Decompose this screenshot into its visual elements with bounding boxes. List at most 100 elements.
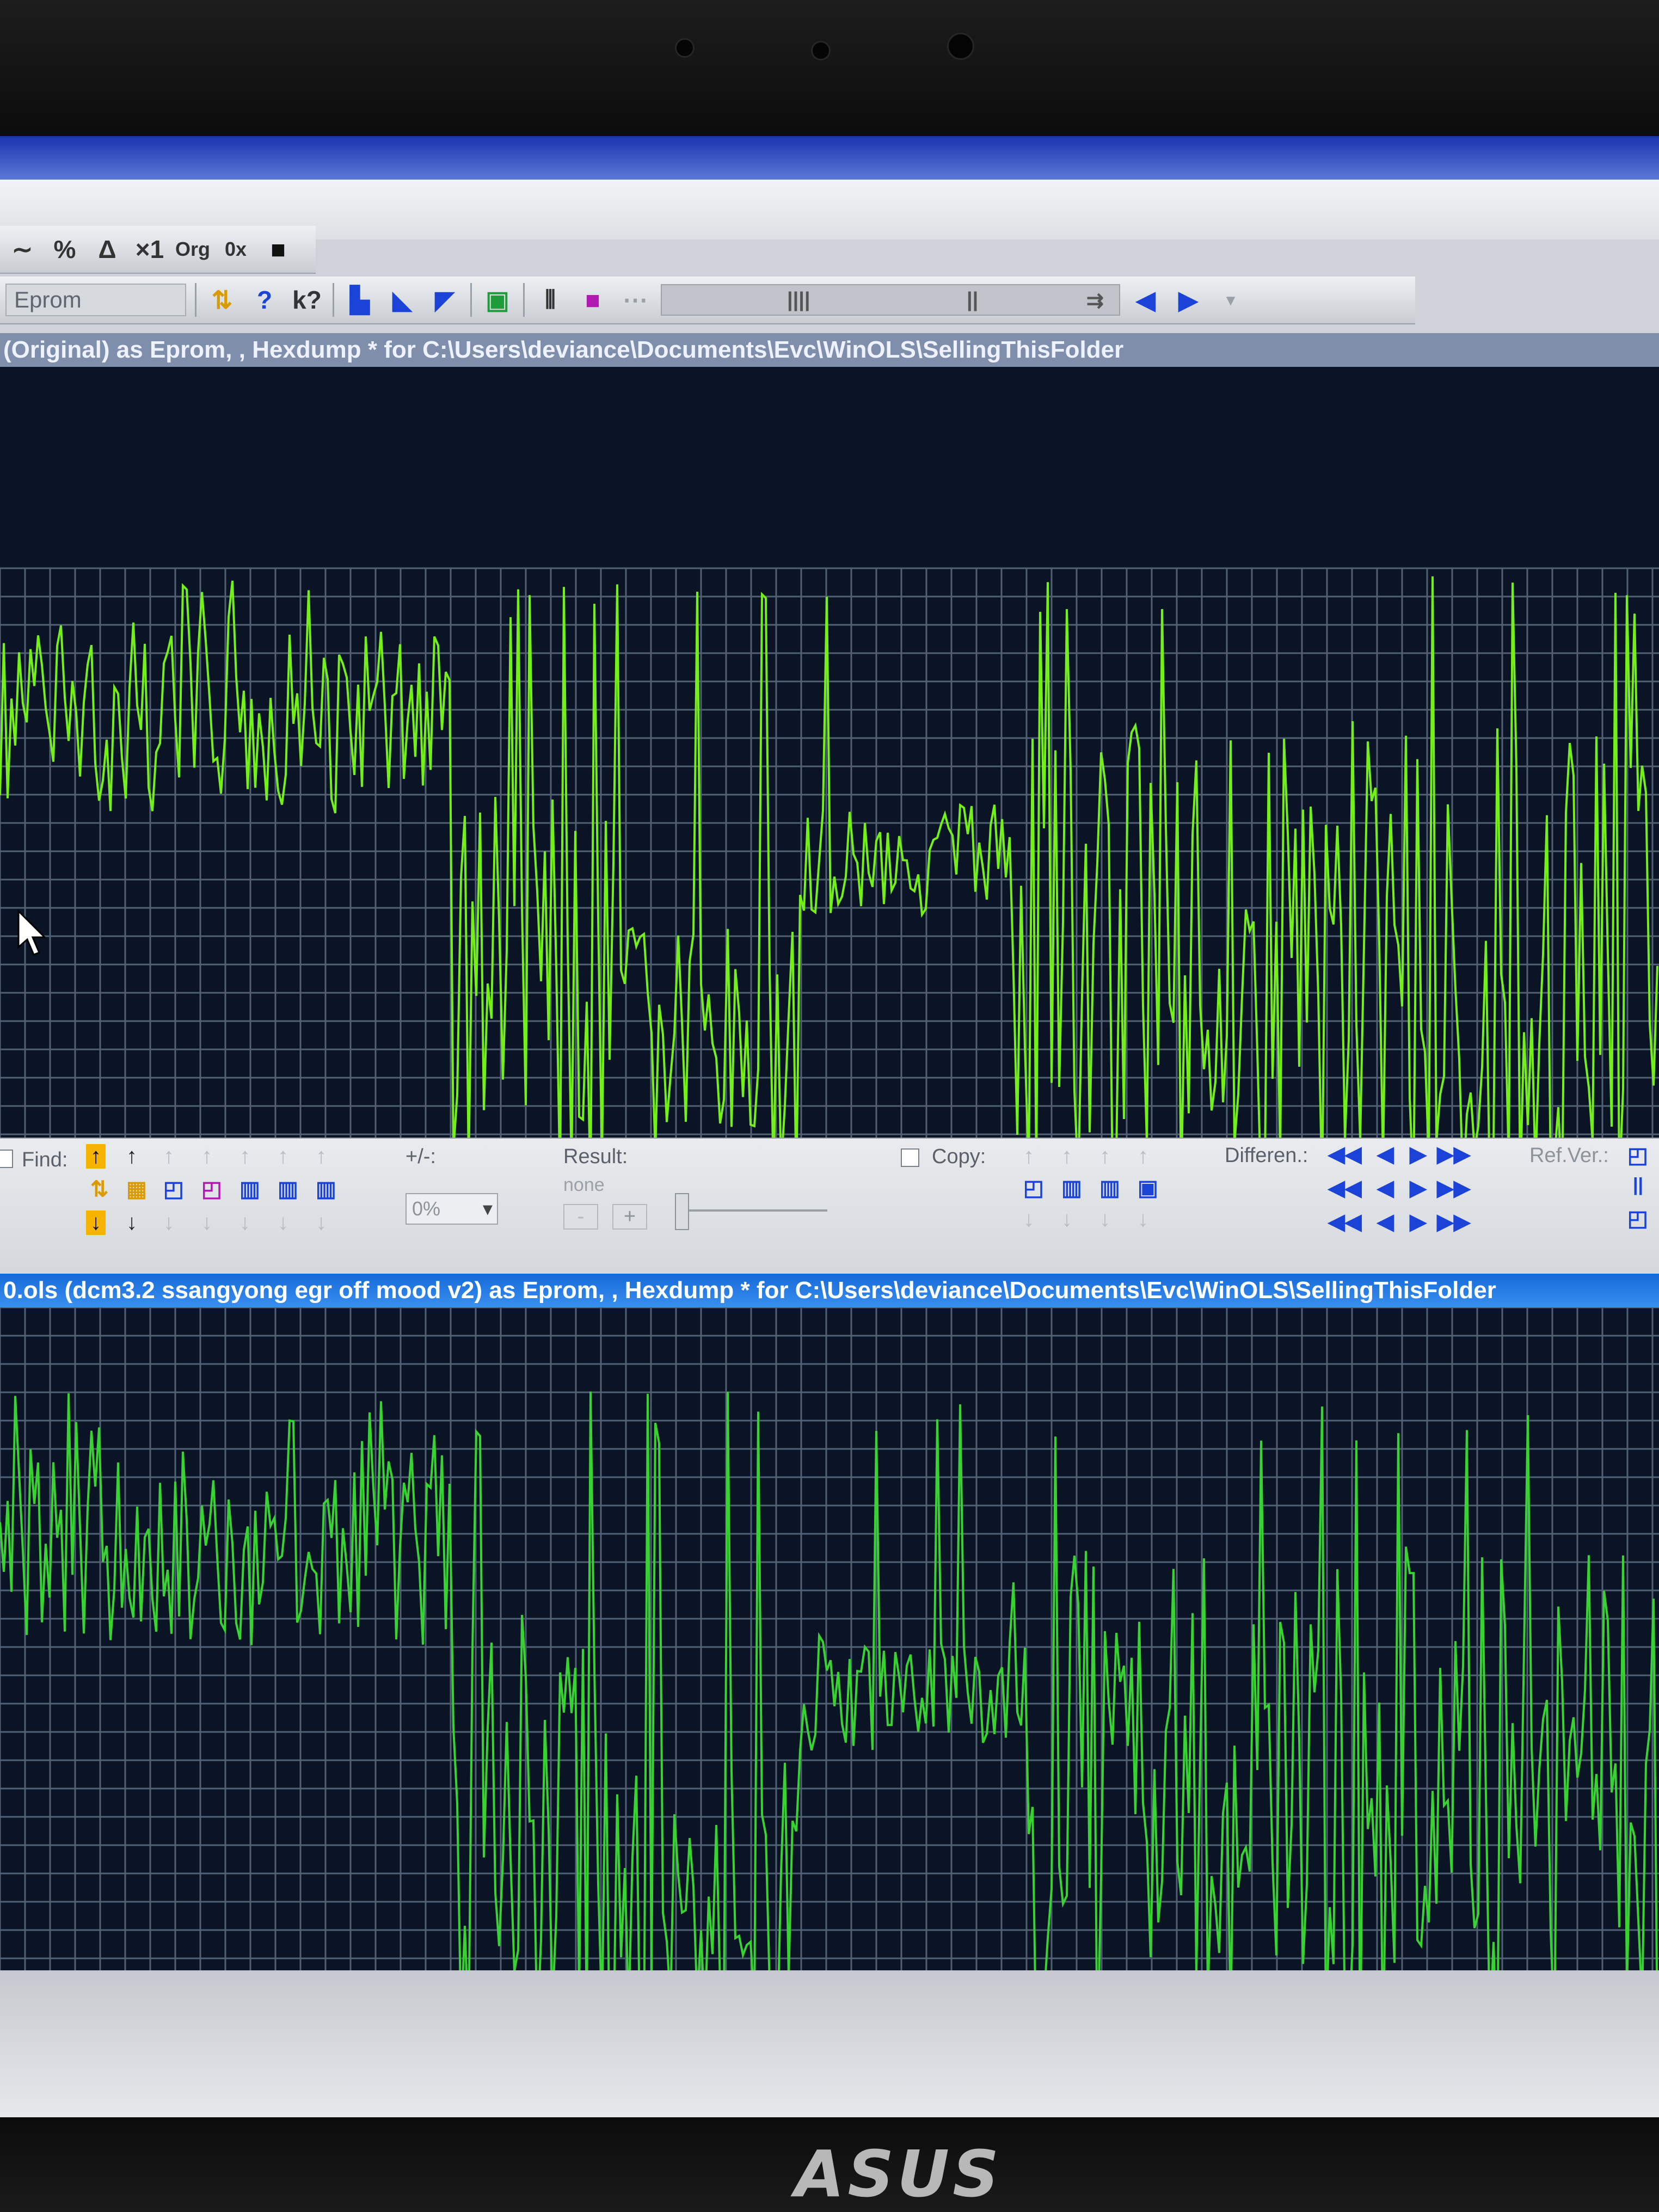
find-label: Find: — [22, 1148, 68, 1171]
window-caption-modified[interactable]: 0.ols (dcm3.2 ssangyong egr off mood v2)… — [0, 1274, 1659, 1307]
find-next-icon[interactable]: ↓ — [163, 1211, 174, 1235]
find-next-icon[interactable]: ↓ — [278, 1211, 288, 1235]
find-prev-icon[interactable]: ↑ — [163, 1144, 174, 1169]
copy-window-icon[interactable]: ◰ — [1023, 1176, 1044, 1201]
view-options-icon[interactable]: ⋯ — [618, 282, 652, 317]
find-window-icon[interactable]: ◰ — [163, 1177, 184, 1202]
result-minus-button[interactable]: - — [563, 1204, 598, 1230]
column-width-icon[interactable]: ⫴ — [533, 282, 567, 317]
copy-up-icon[interactable]: ↑ — [1023, 1144, 1034, 1169]
diff-prev-icon[interactable]: ◀ — [1377, 1209, 1394, 1234]
find-prev-icon[interactable]: ↑ — [239, 1144, 250, 1169]
copy-label: Copy: — [932, 1145, 986, 1168]
sort-icon[interactable]: ⇅ — [205, 282, 239, 317]
copy-checkbox[interactable] — [901, 1148, 919, 1167]
diff-prev-icon[interactable]: ◀ — [1377, 1142, 1394, 1167]
percent-icon[interactable]: % — [48, 232, 82, 267]
find-down-icon[interactable]: ↓ — [86, 1211, 106, 1235]
percent-value: 0% — [412, 1197, 441, 1220]
copy-grid-icon[interactable]: ▥ — [1099, 1176, 1120, 1201]
context-help-icon[interactable]: k? — [290, 282, 324, 317]
diff-last-icon[interactable]: ▶▶ — [1437, 1142, 1471, 1167]
percent-combo[interactable]: 0% ▾ — [405, 1193, 498, 1225]
result-plus-button[interactable]: + — [612, 1204, 647, 1230]
copy-down-icon[interactable]: ↓ — [1023, 1207, 1034, 1232]
find-checkbox[interactable] — [0, 1150, 13, 1168]
find-table-icon[interactable]: ▦ — [126, 1177, 147, 1202]
zoom-slider[interactable]: |||| || ⇉ — [661, 284, 1120, 316]
chevron-down-icon[interactable]: ▾ — [483, 1197, 493, 1220]
mode-select[interactable]: Eprom — [5, 284, 186, 316]
copy-frame-icon[interactable]: ▣ — [1138, 1176, 1158, 1201]
slider-thumb-icon[interactable]: || — [967, 288, 978, 311]
chart-edit-icon[interactable]: ◣ — [385, 282, 419, 317]
find-mode-icon[interactable]: ⇅ — [90, 1177, 109, 1202]
find-prev-icon[interactable]: ↑ — [278, 1144, 288, 1169]
result-slider[interactable] — [675, 1209, 827, 1212]
refver-pause-icon[interactable]: || — [1633, 1175, 1643, 1196]
refver-window-icon[interactable]: ◰ — [1627, 1206, 1648, 1231]
find-grid-icon[interactable]: ▥ — [239, 1177, 260, 1202]
find-next-icon[interactable]: ↓ — [316, 1211, 327, 1235]
find-up-icon[interactable]: ↑ — [86, 1144, 106, 1169]
times-one-icon[interactable]: ×1 — [133, 232, 167, 267]
copy-down-icon[interactable]: ↓ — [1061, 1207, 1072, 1232]
copy-up-icon[interactable]: ↑ — [1099, 1144, 1110, 1169]
result-value: none — [563, 1175, 605, 1195]
diff-first-icon[interactable]: ◀◀ — [1328, 1209, 1362, 1234]
toolbar-display: ∼ % Δ ×1 Org 0x ■ — [0, 226, 316, 274]
refver-label: Ref.Ver.: — [1529, 1144, 1609, 1167]
toolbar-separator — [333, 283, 334, 317]
help-icon[interactable]: ? — [248, 282, 281, 317]
dropdown-arrow-icon[interactable]: ▾ — [1214, 282, 1248, 317]
copy-up-icon[interactable]: ↑ — [1061, 1144, 1072, 1169]
copy-up-icon[interactable]: ↑ — [1138, 1144, 1148, 1169]
graph-original[interactable]: 0000AA0000E200011A00015200018A0001C20001… — [0, 367, 1659, 1259]
copy-down-icon[interactable]: ↓ — [1099, 1207, 1110, 1232]
diff-first-icon[interactable]: ◀◀ — [1328, 1176, 1362, 1201]
compare-panel: Find: ↑ ↑ ↑ ↑ ↑ ↑ ↑ ⇅ ▦ ◰ ◰ ▥ ▥ ▥ ↓ ↓ ↓ … — [0, 1138, 1659, 1276]
differences-label: Differen.: — [1225, 1144, 1308, 1167]
diff-next-icon[interactable]: ▶ — [1410, 1142, 1427, 1167]
find-next-icon[interactable]: ↓ — [239, 1211, 250, 1235]
chart-bars-icon[interactable]: ▙ — [343, 282, 377, 317]
find-next-up-icon[interactable]: ↑ — [126, 1144, 137, 1169]
find-grid-icon[interactable]: ▥ — [316, 1177, 336, 1202]
find-grid-icon[interactable]: ▥ — [278, 1177, 298, 1202]
find-prev-icon[interactable]: ↑ — [316, 1144, 327, 1169]
hex-mode-icon[interactable]: 0x — [219, 232, 253, 267]
webcam-lens-icon — [947, 33, 974, 60]
diff-prev-icon[interactable]: ◀ — [1377, 1176, 1394, 1201]
result-slider-thumb[interactable] — [675, 1193, 689, 1230]
tilde-icon[interactable]: ∼ — [5, 232, 39, 267]
find-prev-icon[interactable]: ↑ — [201, 1144, 212, 1169]
scroll-left-icon[interactable]: ◀ — [1129, 282, 1163, 317]
scroll-right-icon[interactable]: ▶ — [1171, 282, 1205, 317]
webcam-sensor-icon — [811, 41, 831, 60]
refver-window-icon[interactable]: ◰ — [1627, 1143, 1648, 1168]
diff-first-icon[interactable]: ◀◀ — [1328, 1142, 1362, 1167]
laptop-brand-logo: ASUS — [795, 2136, 1003, 2211]
window-caption-original[interactable]: (Original) as Eprom, , Hexdump * for C:\… — [0, 333, 1659, 367]
compare-windows-icon[interactable]: ▣ — [481, 282, 514, 317]
chart-pick-icon[interactable]: ◤ — [428, 282, 462, 317]
diff-next-icon[interactable]: ▶ — [1410, 1209, 1427, 1234]
diff-last-icon[interactable]: ▶▶ — [1437, 1209, 1471, 1234]
color-square-icon[interactable]: ■ — [576, 282, 610, 317]
black-square-icon[interactable]: ■ — [261, 232, 295, 267]
title-bar — [0, 136, 1659, 180]
copy-grid-icon[interactable]: ▥ — [1061, 1176, 1082, 1201]
plusminus-label: +/-: — [405, 1145, 436, 1168]
result-label: Result: — [563, 1145, 628, 1168]
slider-marker-icon[interactable]: |||| — [787, 288, 810, 311]
find-window-alt-icon[interactable]: ◰ — [201, 1177, 222, 1202]
diff-next-icon[interactable]: ▶ — [1410, 1176, 1427, 1201]
toolbar-view: Eprom ⇅ ? k? ▙ ◣ ◤ ▣ ⫴ ■ ⋯ |||| || ⇉ ◀ ▶… — [0, 276, 1415, 324]
find-next-down-icon[interactable]: ↓ — [126, 1211, 137, 1235]
original-value-icon[interactable]: Org — [175, 232, 210, 267]
diff-last-icon[interactable]: ▶▶ — [1437, 1176, 1471, 1201]
copy-down-icon[interactable]: ↓ — [1138, 1207, 1148, 1232]
slider-end-icon[interactable]: ⇉ — [1086, 288, 1104, 312]
delta-icon[interactable]: Δ — [90, 232, 124, 267]
find-next-icon[interactable]: ↓ — [201, 1211, 212, 1235]
